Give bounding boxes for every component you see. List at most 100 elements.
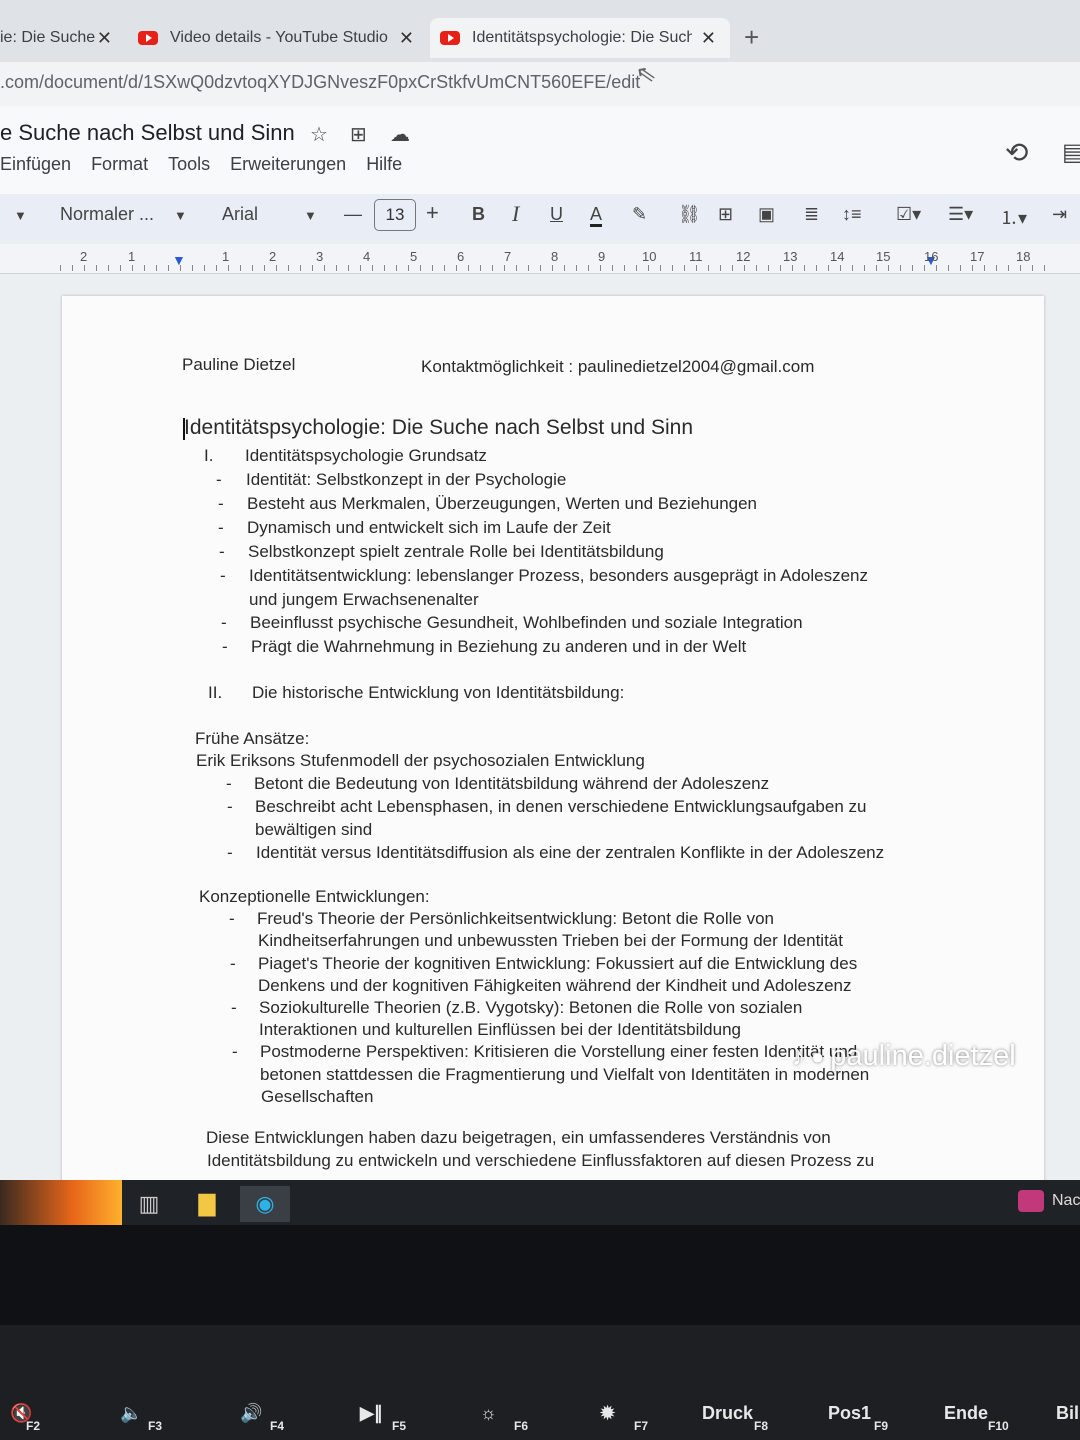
address-bar[interactable]: .com/document/d/1SXwQ0dzvtoqXYDJGNveszF0… bbox=[0, 59, 1080, 106]
fn-label: F6 bbox=[514, 1419, 529, 1433]
tab-youtube-studio[interactable]: Video details - YouTube Studio ✕ bbox=[138, 18, 418, 58]
chevron-down-icon[interactable]: ▼ bbox=[304, 208, 317, 223]
ruler-number: 17 bbox=[970, 249, 985, 264]
fn-label: F7 bbox=[634, 1419, 649, 1433]
task-view-icon[interactable]: ▥ bbox=[124, 1186, 174, 1222]
key-f9-pos1[interactable]: Pos1 F9 bbox=[818, 1395, 928, 1440]
list-item-continuation: bewältigen sind bbox=[255, 820, 373, 839]
numbered-list-icon[interactable]: ⒈▾ bbox=[1000, 204, 1027, 230]
italic-button[interactable]: I bbox=[512, 201, 519, 227]
link-icon[interactable]: ⛓ bbox=[678, 204, 701, 225]
menu-format[interactable]: Format bbox=[91, 154, 148, 175]
close-tab-icon[interactable]: ✕ bbox=[97, 28, 112, 49]
list-item: Identität: Selbstkonzept in der Psycholo… bbox=[246, 470, 567, 489]
ruler-number: 13 bbox=[783, 249, 798, 264]
align-icon[interactable]: ≣ bbox=[804, 204, 819, 225]
line-spacing-icon[interactable]: ↕≡ bbox=[842, 204, 862, 225]
paragraph-style-dropdown[interactable]: Normaler ... bbox=[60, 204, 154, 225]
ruler-number: 11 bbox=[689, 249, 703, 264]
browser-tab-bar: ie: Die Suche ✕ Video details - YouTube … bbox=[0, 0, 1080, 62]
key-label: Pos1 bbox=[828, 1403, 872, 1423]
highlight-icon[interactable]: ✎ bbox=[632, 204, 647, 225]
text-color-button[interactable]: A bbox=[590, 204, 603, 227]
star-icon[interactable]: ☆ bbox=[310, 122, 328, 147]
tab-identitaetspsychologie[interactable]: Identitätspsychologie: Die Suche ✕ bbox=[430, 18, 730, 58]
ruler-number: 5 bbox=[410, 249, 418, 264]
bulleted-list-icon[interactable]: ☰▾ bbox=[948, 204, 973, 225]
bullet-dash: - bbox=[216, 470, 222, 489]
key-f5-play-pause[interactable]: ▶∥ F5 bbox=[350, 1395, 460, 1440]
key-f3-volume-down[interactable]: 🔈 F3 bbox=[110, 1395, 220, 1440]
indent-icon[interactable]: ⇥ bbox=[1052, 204, 1067, 225]
key-f8-druck[interactable]: Druck F8 bbox=[692, 1395, 802, 1440]
version-history-icon[interactable]: ⟲ bbox=[1005, 136, 1028, 169]
ruler-number: 4 bbox=[363, 249, 371, 264]
menu-erweiterungen[interactable]: Erweiterungen bbox=[230, 154, 346, 175]
list-item-continuation: Kindheitserfahrungen und unbewussten Tri… bbox=[258, 931, 843, 950]
list-item: Betont die Bedeutung von Identitätsbildu… bbox=[254, 774, 770, 793]
cloud-status-icon[interactable]: ☁ bbox=[390, 122, 410, 147]
font-size-input[interactable]: 13 bbox=[374, 199, 416, 231]
move-folder-icon[interactable]: ⊞ bbox=[350, 122, 367, 147]
edge-browser-icon[interactable]: ◉ bbox=[240, 1186, 290, 1222]
document-title[interactable]: e Suche nach Selbst und Sinn bbox=[0, 120, 295, 146]
font-dropdown[interactable]: Arial bbox=[222, 204, 258, 225]
menu-hilfe[interactable]: Hilfe bbox=[366, 154, 402, 175]
ruler-number: 10 bbox=[642, 249, 657, 264]
tiktok-icon: ♪ bbox=[792, 1041, 805, 1071]
chevron-down-icon[interactable]: ▼ bbox=[14, 208, 27, 223]
key-f6-brightness-down[interactable]: ☼ F6 bbox=[470, 1395, 580, 1440]
chevron-down-icon[interactable]: ▼ bbox=[174, 208, 187, 223]
list-item: Besteht aus Merkmalen, Überzeugungen, We… bbox=[247, 494, 758, 513]
ruler-number: 1 bbox=[222, 249, 230, 264]
bold-button[interactable]: B bbox=[472, 204, 485, 225]
notification-icon[interactable] bbox=[1018, 1190, 1044, 1212]
key-f10-ende[interactable]: Ende F10 bbox=[934, 1395, 1044, 1440]
early-approaches-label: Frühe Ansätze: bbox=[195, 729, 310, 748]
taskbar-news-label[interactable]: Nac bbox=[1052, 1192, 1080, 1210]
mouse-cursor-icon: ⇖ bbox=[633, 59, 659, 90]
person-icon: ● bbox=[811, 1043, 825, 1069]
file-explorer-icon[interactable]: ▇ bbox=[182, 1186, 232, 1222]
checklist-icon[interactable]: ☑▾ bbox=[896, 204, 921, 225]
play-pause-icon: ▶∥ bbox=[360, 1403, 383, 1423]
laptop-screen: ie: Die Suche ✕ Video details - YouTube … bbox=[0, 0, 1080, 1225]
ruler-number: 9 bbox=[598, 249, 606, 264]
close-tab-icon[interactable]: ✕ bbox=[701, 28, 716, 49]
key-f7-brightness-up[interactable]: ✹ F7 bbox=[590, 1395, 700, 1440]
url-text[interactable]: .com/document/d/1SXwQ0dzvtoqXYDJGNveszF0… bbox=[0, 72, 640, 93]
section2-title: Die historische Entwicklung von Identitä… bbox=[252, 683, 625, 702]
add-comment-icon[interactable]: ⊞ bbox=[718, 204, 733, 225]
bullet-dash: - bbox=[226, 774, 232, 793]
conceptual-developments-label: Konzeptionelle Entwicklungen: bbox=[199, 887, 430, 906]
menu-einfuegen[interactable]: Einfügen bbox=[0, 154, 71, 175]
text-cursor bbox=[183, 418, 185, 440]
wallpaper-thumbnail bbox=[0, 1180, 122, 1225]
key-f4-volume-up[interactable]: 🔊 F4 bbox=[230, 1395, 340, 1440]
key-bild[interactable]: Bil bbox=[1046, 1395, 1080, 1440]
windows-taskbar: ▥ ▇ ◉ Nac bbox=[0, 1180, 1080, 1225]
menu-bar: Einfügen Format Tools Erweiterungen Hilf… bbox=[0, 154, 402, 175]
bullet-dash: - bbox=[232, 1042, 238, 1061]
ruler-number: 12 bbox=[736, 249, 751, 264]
ruler-number: 1 bbox=[128, 249, 136, 264]
indent-marker-icon[interactable]: ▼ bbox=[172, 252, 186, 268]
contact-line: Kontaktmöglichkeit : paulinedietzel2004@… bbox=[421, 357, 815, 376]
menu-tools[interactable]: Tools bbox=[168, 154, 210, 175]
insert-image-icon[interactable]: ▣ bbox=[758, 204, 775, 225]
fn-label: F4 bbox=[270, 1419, 285, 1433]
decrease-font-size-button[interactable]: — bbox=[344, 204, 362, 225]
ruler-number: 3 bbox=[316, 249, 324, 264]
close-tab-icon[interactable]: ✕ bbox=[399, 28, 414, 49]
key-f2-mute[interactable]: 🔇 F2 bbox=[0, 1395, 110, 1440]
underline-button[interactable]: U bbox=[550, 204, 563, 225]
bullet-dash: - bbox=[218, 494, 224, 513]
list-item: Identitätsentwicklung: lebenslanger Proz… bbox=[249, 566, 868, 585]
bullet-dash: - bbox=[229, 909, 235, 928]
list-item: Identität versus Identitätsdiffusion als… bbox=[256, 843, 885, 862]
new-tab-button[interactable]: + bbox=[744, 22, 759, 53]
increase-font-size-button[interactable]: + bbox=[426, 200, 439, 226]
tab-google-doc-partial[interactable]: ie: Die Suche ✕ bbox=[0, 18, 120, 58]
comments-icon[interactable]: ▤ bbox=[1062, 138, 1080, 167]
bullet-dash: - bbox=[218, 518, 224, 537]
